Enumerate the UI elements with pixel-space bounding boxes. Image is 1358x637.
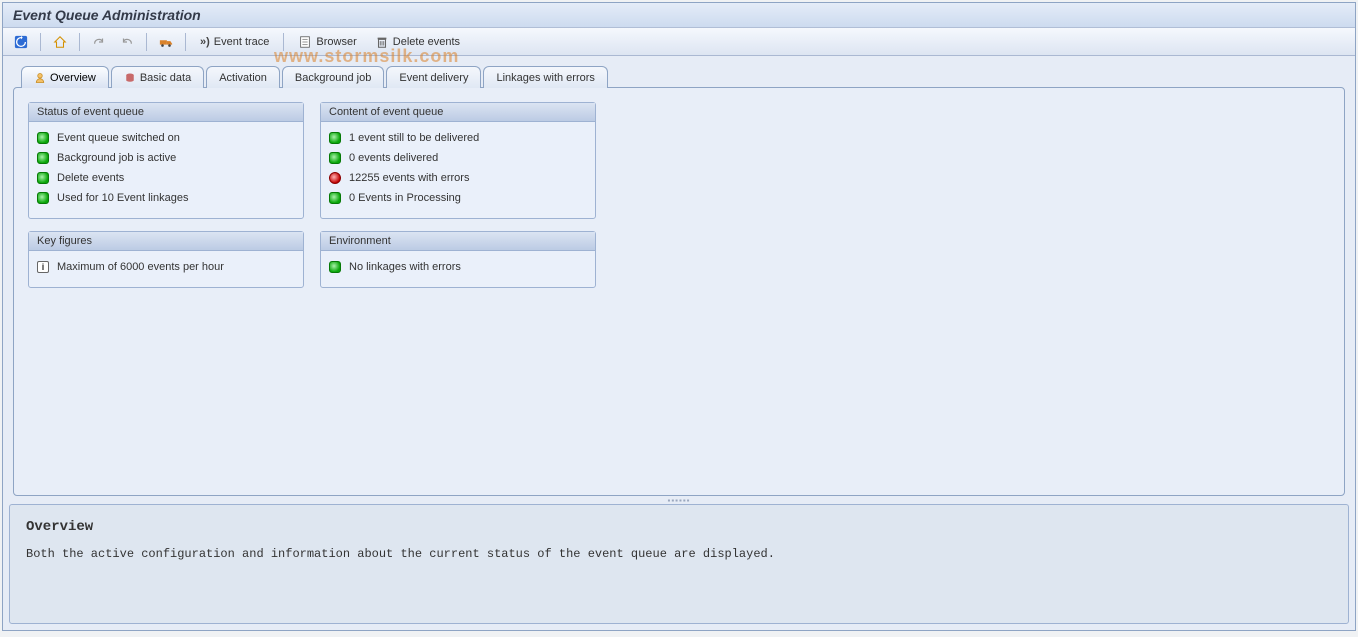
group-body: 1 event still to be delivered 0 events d… [321,122,595,218]
info-icon: i [37,261,49,273]
title-bar: Event Queue Administration [3,3,1355,28]
splitter-handle[interactable]: ▪▪▪▪▪▪ [3,496,1355,504]
redo-icon [92,35,106,49]
group-body: No linkages with errors [321,251,595,287]
undo-icon [120,35,134,49]
status-row: Delete events [37,168,295,188]
status-green-icon [329,132,341,144]
refresh-button[interactable] [9,32,33,52]
tab-basic-data[interactable]: Basic data [111,66,204,88]
status-text: Event queue switched on [57,132,180,144]
status-green-icon [329,192,341,204]
status-green-icon [329,152,341,164]
help-body: Both the active configuration and inform… [26,547,1332,561]
group-keyfigures: Key figures i Maximum of 6000 events per… [28,231,304,288]
status-text: Maximum of 6000 events per hour [57,261,224,273]
browser-label: Browser [316,36,356,48]
group-content: Content of event queue 1 event still to … [320,102,596,219]
status-row: Used for 10 Event linkages [37,188,295,208]
tab-label: Background job [295,72,371,84]
tab-event-delivery[interactable]: Event delivery [386,66,481,88]
tab-label: Activation [219,72,267,84]
status-row: 12255 events with errors [329,168,587,188]
tab-area: Overview Basic data Activation Backgroun… [3,56,1355,496]
home-icon [53,35,67,49]
status-text: 12255 events with errors [349,172,469,184]
tab-label: Event delivery [399,72,468,84]
toolbar-separator [79,33,80,51]
content-area: Overview Basic data Activation Backgroun… [3,56,1355,630]
group-body: Event queue switched on Background job i… [29,122,303,218]
status-row: Event queue switched on [37,128,295,148]
event-trace-button[interactable]: ») Event trace [193,32,276,52]
tab-linkages-with-errors[interactable]: Linkages with errors [483,66,607,88]
tab-strip: Overview Basic data Activation Backgroun… [21,66,1345,88]
toolbar-separator [283,33,284,51]
document-icon [298,35,312,49]
status-green-icon [37,152,49,164]
truck-icon [159,35,173,49]
status-row: 0 Events in Processing [329,188,587,208]
trash-icon [375,35,389,49]
tab-label: Linkages with errors [496,72,594,84]
event-trace-label: Event trace [214,36,270,48]
tab-label: Basic data [140,72,191,84]
status-text: 0 Events in Processing [349,192,461,204]
person-icon [34,72,46,84]
status-red-icon [329,172,341,184]
status-row: 0 events delivered [329,148,587,168]
tab-overview[interactable]: Overview [21,66,109,88]
toolbar-separator [146,33,147,51]
status-text: Delete events [57,172,124,184]
toolbar-separator [185,33,186,51]
status-text: 1 event still to be delivered [349,132,479,144]
group-title: Content of event queue [321,103,595,122]
status-row: 1 event still to be delivered [329,128,587,148]
status-text: Background job is active [57,152,176,164]
status-green-icon [37,172,49,184]
tab-background-job[interactable]: Background job [282,66,384,88]
group-environment: Environment No linkages with errors [320,231,596,288]
undo-button[interactable] [115,32,139,52]
tab-activation[interactable]: Activation [206,66,280,88]
status-green-icon [37,192,49,204]
event-trace-icon: ») [200,36,210,48]
transport-button[interactable] [154,32,178,52]
database-icon [124,72,136,84]
status-row: Background job is active [37,148,295,168]
tab-label: Overview [50,72,96,84]
app-window: Event Queue Administration [2,2,1356,631]
status-row: i Maximum of 6000 events per hour [37,257,295,277]
redo-button[interactable] [87,32,111,52]
group-body: i Maximum of 6000 events per hour [29,251,303,287]
status-text: No linkages with errors [349,261,461,273]
tab-panel-overview: Status of event queue Event queue switch… [13,87,1345,496]
group-title: Environment [321,232,595,251]
help-panel: Overview Both the active configuration a… [9,504,1349,624]
refresh-icon [14,35,28,49]
delete-events-button[interactable]: Delete events [368,32,467,52]
group-status: Status of event queue Event queue switch… [28,102,304,219]
group-title: Key figures [29,232,303,251]
status-green-icon [329,261,341,273]
page-title: Event Queue Administration [13,7,1345,23]
home-button[interactable] [48,32,72,52]
group-title: Status of event queue [29,103,303,122]
status-green-icon [37,132,49,144]
help-heading: Overview [26,519,1332,535]
toolbar: ») Event trace Browser Delete events [3,28,1355,56]
status-text: 0 events delivered [349,152,438,164]
status-row: No linkages with errors [329,257,587,277]
delete-events-label: Delete events [393,36,460,48]
toolbar-separator [40,33,41,51]
browser-button[interactable]: Browser [291,32,363,52]
status-text: Used for 10 Event linkages [57,192,188,204]
